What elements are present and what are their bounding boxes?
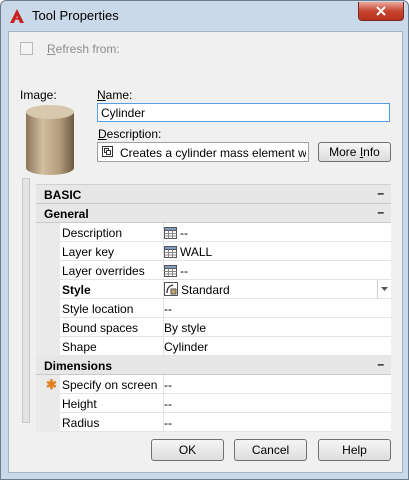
collapse-dimensions-icon[interactable]: –	[377, 357, 384, 371]
property-row-bound-spaces[interactable]: Bound spaces By style	[36, 318, 391, 337]
category-general[interactable]: General –	[36, 204, 391, 223]
window-title: Tool Properties	[32, 8, 119, 23]
close-icon	[376, 6, 386, 16]
name-input[interactable]	[97, 103, 390, 122]
property-row-radius[interactable]: Radius --	[36, 413, 391, 432]
property-value: --	[164, 302, 172, 316]
refresh-from-label: Refresh from:	[47, 42, 120, 56]
edit-description-icon	[102, 146, 113, 157]
style-dropdown[interactable]: Standard	[164, 280, 391, 299]
style-value: Standard	[181, 283, 230, 297]
property-row-description[interactable]: Description --	[36, 223, 391, 242]
dialog-body: Refresh from: Image: Name: Description:	[8, 31, 403, 473]
property-row-layer-overrides[interactable]: Layer overrides --	[36, 261, 391, 280]
property-value: Cylinder	[164, 340, 209, 354]
cancel-button[interactable]: Cancel	[234, 439, 307, 461]
ok-button[interactable]: OK	[151, 439, 224, 461]
name-label: Name:	[97, 88, 133, 102]
property-value: --	[164, 397, 172, 411]
property-name: Layer overrides	[62, 264, 145, 278]
property-name: Specify on screen	[62, 378, 158, 392]
property-value: --	[164, 416, 172, 430]
property-row-height[interactable]: Height --	[36, 394, 391, 413]
property-name: Style	[62, 283, 91, 297]
style-icon	[164, 282, 178, 296]
grid-icon	[164, 265, 177, 277]
image-label: Image:	[20, 88, 57, 102]
collapse-general-icon[interactable]: –	[377, 205, 384, 219]
property-row-style-location[interactable]: Style location --	[36, 299, 391, 318]
property-value: --	[164, 378, 172, 392]
autocad-app-icon	[9, 8, 25, 24]
properties-scrollbar[interactable]	[22, 178, 30, 423]
close-button[interactable]	[358, 2, 404, 21]
property-row-layer-key[interactable]: Layer key WALL	[36, 242, 391, 261]
property-value: WALL	[180, 245, 213, 259]
grid-icon	[164, 227, 177, 239]
cylinder-preview-image	[24, 104, 76, 178]
dropdown-arrow-icon[interactable]	[377, 280, 391, 298]
property-value: By style	[164, 321, 207, 335]
property-name: Style location	[62, 302, 134, 316]
properties-grid: BASIC – General – Description -- Layer k…	[36, 184, 391, 432]
description-field[interactable]: Creates a cylinder mass element wit	[97, 142, 309, 162]
property-value: --	[180, 264, 188, 278]
category-basic[interactable]: BASIC –	[36, 185, 391, 204]
property-name: Shape	[62, 340, 97, 354]
asterisk-marker-icon: ✱	[46, 377, 57, 392]
collapse-basic-icon[interactable]: –	[377, 186, 384, 200]
grid-icon	[164, 246, 177, 258]
description-label: Description:	[98, 127, 162, 141]
property-value: --	[180, 226, 188, 240]
property-name: Radius	[62, 416, 100, 430]
property-row-style[interactable]: Style Standard	[36, 280, 391, 299]
property-row-specify-on-screen[interactable]: ✱ Specify on screen --	[36, 375, 391, 394]
refresh-from-checkbox[interactable]	[20, 42, 33, 55]
property-name: Bound spaces	[62, 321, 139, 335]
property-row-shape[interactable]: Shape Cylinder	[36, 337, 391, 356]
help-button[interactable]: Help	[318, 439, 391, 461]
property-name: Description	[62, 226, 123, 240]
property-name: Height	[62, 397, 97, 411]
more-info-button[interactable]: More Info	[318, 142, 391, 162]
tool-properties-window: Tool Properties Refresh from: Image: Nam…	[0, 0, 409, 480]
description-text: Creates a cylinder mass element wit	[120, 146, 306, 160]
title-bar: Tool Properties	[1, 1, 408, 31]
property-name: Layer key	[62, 245, 115, 259]
category-dimensions[interactable]: Dimensions –	[36, 356, 391, 375]
